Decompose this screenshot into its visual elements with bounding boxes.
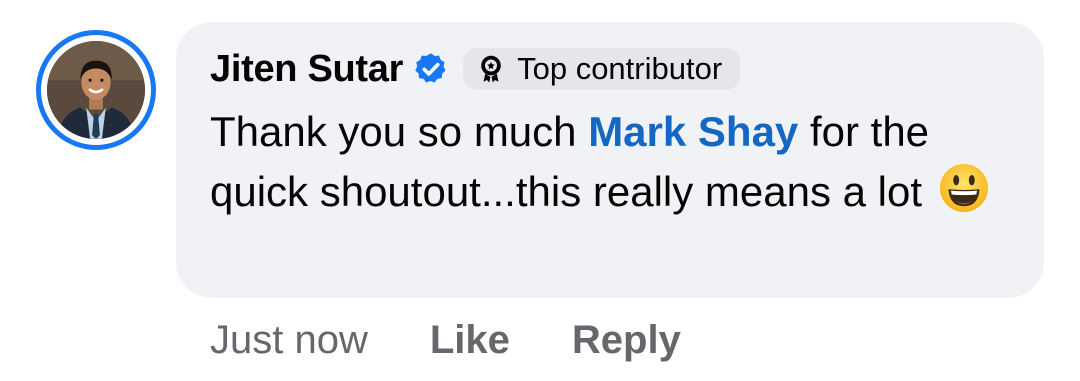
reply-button[interactable]: Reply bbox=[572, 318, 681, 363]
avatar-photo bbox=[47, 41, 145, 139]
top-contributor-badge[interactable]: Top contributor bbox=[463, 48, 741, 90]
top-contributor-icon bbox=[477, 54, 505, 84]
like-button[interactable]: Like bbox=[430, 318, 510, 363]
comment-timestamp[interactable]: Just now bbox=[210, 318, 368, 363]
message-text-before: Thank you so much bbox=[210, 108, 589, 155]
comment-header: Jiten Sutar Top contributor bbox=[210, 44, 741, 94]
avatar[interactable] bbox=[36, 30, 156, 150]
comment-text: Thank you so much Mark Shay for the quic… bbox=[210, 102, 1030, 222]
grinning-face-emoji bbox=[938, 162, 990, 214]
badge-label: Top contributor bbox=[517, 51, 723, 86]
comment-bubble: Jiten Sutar Top contributor Thank you so… bbox=[176, 22, 1044, 298]
author-name[interactable]: Jiten Sutar bbox=[210, 48, 403, 91]
mention-link[interactable]: Mark Shay bbox=[588, 108, 798, 155]
comment-actions: Just now Like Reply bbox=[210, 318, 681, 363]
person-photo-icon bbox=[47, 41, 145, 139]
verified-badge-icon bbox=[413, 51, 449, 87]
